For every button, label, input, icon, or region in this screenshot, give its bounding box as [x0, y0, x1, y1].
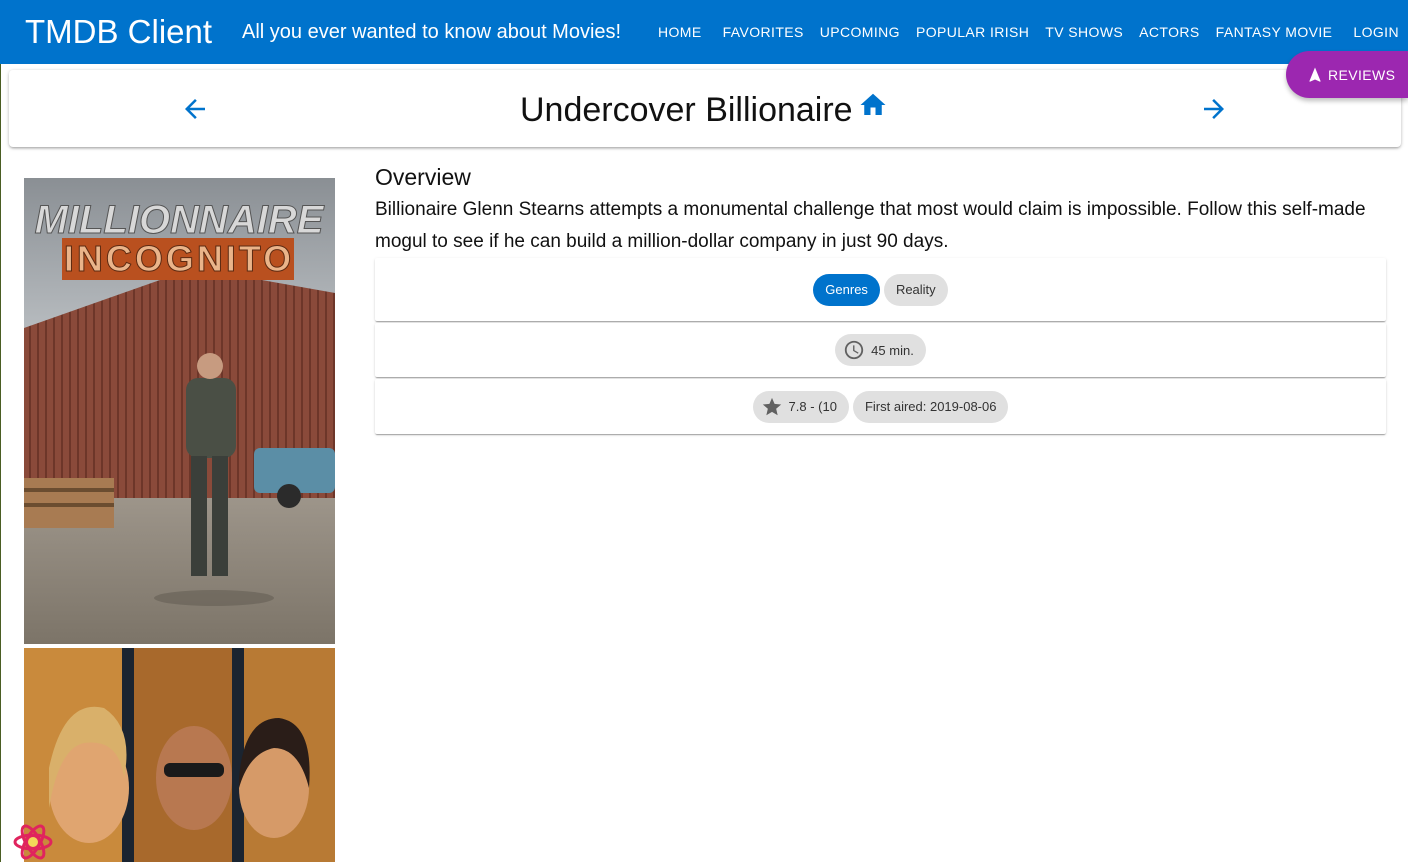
home-icon — [860, 93, 886, 115]
brand-title[interactable]: TMDB Client — [25, 13, 212, 51]
runtime-value: 45 min. — [871, 342, 914, 358]
nav-actors[interactable]: ACTORS — [1131, 18, 1208, 46]
star-icon — [762, 397, 781, 415]
poster-image-alt — [24, 648, 335, 862]
page-left-border — [0, 64, 1, 862]
tagline: All you ever wanted to know about Movies… — [242, 21, 622, 43]
runtime-chip: 45 min. — [835, 334, 926, 366]
rating-chip: 7.8 - (10 — [752, 390, 849, 423]
nav-popular-irish[interactable]: POPULAR IRISH — [908, 18, 1037, 46]
reviews-button-label: REVIEWS — [1328, 66, 1396, 83]
app-bar: TMDB Client All you ever wanted to know … — [0, 0, 1408, 64]
genres-list: Genres Reality — [375, 258, 1386, 321]
poster-image: MILLIONNAIRE INCOGNITO — [24, 178, 335, 644]
nav-favorites[interactable]: FAVORITES — [715, 18, 812, 46]
show-header: Undercover Billionaire — [9, 70, 1401, 147]
forward-arrow-icon[interactable] — [1199, 94, 1229, 124]
page-title: Undercover Billionaire — [520, 91, 853, 129]
nav-tv-shows[interactable]: TV SHOWS — [1037, 18, 1131, 46]
react-devtools-icon[interactable] — [12, 822, 54, 862]
back-arrow-icon[interactable] — [180, 94, 210, 124]
main-nav: HOME FAVORITES UPCOMING POPULAR IRISH TV… — [650, 0, 1407, 64]
overview-text: Billionaire Glenn Stearns attempts a mon… — [375, 199, 1366, 252]
rating-value: 7.8 - (10 — [788, 399, 837, 414]
genre-chip[interactable]: Reality — [883, 273, 948, 306]
nav-upcoming[interactable]: UPCOMING — [812, 18, 908, 46]
navigation-icon — [1309, 67, 1321, 82]
genres-chip-label: Genres — [813, 273, 880, 306]
clock-icon — [845, 340, 864, 360]
overview-heading: Overview — [375, 164, 471, 190]
nav-home[interactable]: HOME — [650, 18, 710, 46]
rating-list: 7.8 - (10 First aired: 2019-08-06 — [375, 379, 1386, 434]
runtime-list: 45 min. — [375, 323, 1386, 377]
reviews-button[interactable]: REVIEWS — [1286, 51, 1408, 98]
first-aired-chip: First aired: 2019-08-06 — [852, 390, 1009, 423]
poster-title-line1: MILLIONNAIRE — [35, 198, 325, 242]
nav-fantasy-movie[interactable]: FANTASY MOVIE — [1208, 18, 1341, 46]
poster-title-line2: INCOGNITO — [64, 238, 294, 279]
nav-login[interactable]: LOGIN — [1345, 18, 1407, 46]
